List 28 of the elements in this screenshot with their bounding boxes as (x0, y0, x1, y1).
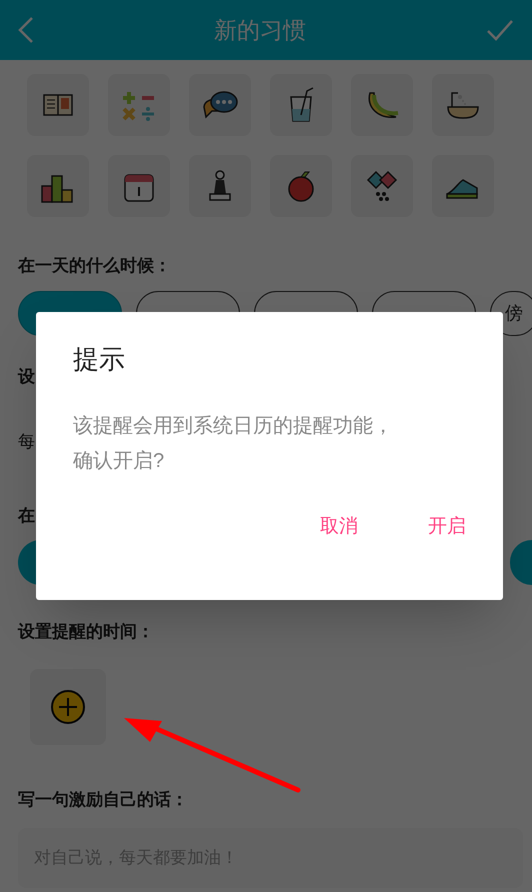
section-label: 在一天的什么时候： (18, 255, 172, 277)
habit-icon-tile[interactable] (351, 74, 413, 136)
section-label: 在 (18, 504, 35, 526)
habit-icon-tile[interactable] (432, 155, 494, 217)
habit-icon-tile[interactable] (27, 155, 89, 217)
check-icon[interactable] (486, 18, 514, 42)
habit-icon-tile[interactable] (270, 74, 332, 136)
header-title: 新的习惯 (214, 16, 306, 45)
dialog-button[interactable]: 取消 (310, 509, 368, 546)
habit-icon-tile[interactable] (432, 74, 494, 136)
dialog-message: 该提醒会用到系统日历的提醒功能，确认开启? (73, 414, 394, 474)
section-label: 写一句激励自己的话： (18, 788, 189, 810)
habit-icon-tile[interactable] (189, 155, 251, 217)
day-chip[interactable] (510, 540, 532, 585)
add-time-tile[interactable] (30, 668, 106, 744)
habit-icon-tile[interactable] (189, 74, 251, 136)
back-icon[interactable] (18, 16, 34, 44)
habit-icon-tile[interactable] (108, 155, 170, 217)
habit-icon-tile[interactable] (270, 155, 332, 217)
section-label: 每 (18, 431, 35, 453)
dialog-button[interactable]: 开启 (418, 509, 476, 546)
habit-icon-tile[interactable] (108, 74, 170, 136)
section-label: 设 (18, 366, 35, 388)
habit-icon-tile[interactable] (27, 74, 89, 136)
add-icon (50, 688, 86, 724)
dialog-title: 提示 (73, 343, 125, 376)
section-label: 设置提醒的时间： (18, 621, 155, 643)
habit-icon-tile[interactable] (351, 155, 413, 217)
